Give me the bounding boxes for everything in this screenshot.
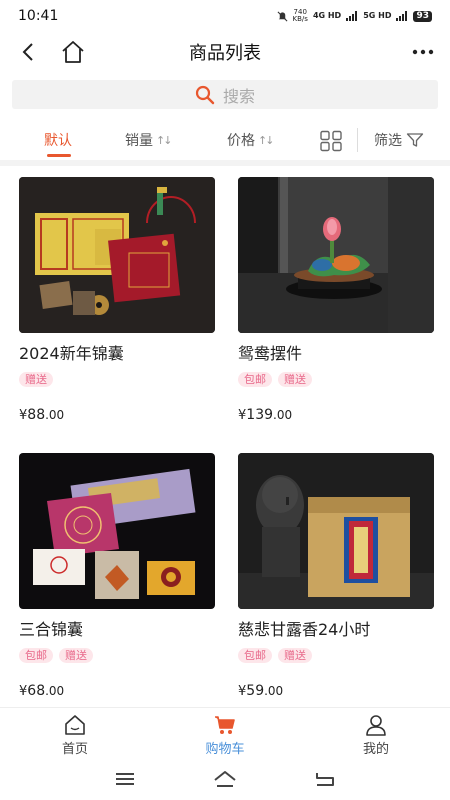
filter-label: 筛选 (374, 133, 402, 149)
product-image[interactable] (19, 177, 215, 333)
system-back-icon[interactable] (312, 769, 338, 789)
user-icon (366, 715, 386, 736)
product-card[interactable]: 三合锦囊 包邮 赠送 ¥68.00 (19, 453, 215, 699)
price-decimal: .00 (45, 684, 65, 698)
section-divider (0, 160, 450, 166)
sort-price[interactable]: 价格 ↑↓ (227, 130, 275, 150)
price-decimal: .00 (45, 408, 65, 422)
price-integer: 68 (27, 683, 46, 699)
system-nav-bar (0, 760, 450, 800)
page-title: 商品列表 (189, 43, 261, 64)
search-icon (195, 85, 215, 104)
tab-cart-label: 购物车 (205, 742, 245, 757)
signal-bars-icon (396, 11, 408, 21)
product-tags: 包邮 赠送 (19, 648, 215, 663)
product-image[interactable] (19, 453, 215, 609)
mute-icon (277, 11, 288, 21)
status-time: 10:41 (18, 8, 59, 24)
product-price: ¥59.00 (238, 683, 434, 699)
status-bar: 10:41 740 KB/s 4G HD 5G HD 93 (0, 0, 450, 32)
product-price: ¥139.00 (238, 407, 434, 423)
sort-arrows-icon: ↑↓ (156, 133, 173, 147)
home-icon (65, 715, 85, 735)
sort-sales[interactable]: 销量 ↑↓ (125, 130, 173, 150)
sort-bar: 默认 销量 ↑↓ 价格 ↑↓ 筛选 (0, 122, 450, 160)
filter-button[interactable]: 筛选 (374, 130, 424, 150)
tag-free-shipping: 包邮 (238, 372, 272, 387)
tab-home-label: 首页 (61, 742, 88, 757)
nav-bar: 商品列表 (0, 32, 450, 72)
tag-free-shipping: 包邮 (19, 648, 53, 663)
sort-arrows-icon: ↑↓ (258, 133, 275, 147)
price-decimal: .00 (273, 408, 293, 422)
tag-free-shipping: 包邮 (238, 648, 272, 663)
product-name: 2024新年锦囊 (19, 344, 124, 363)
more-icon[interactable] (408, 38, 438, 66)
grid-view-icon[interactable] (319, 130, 343, 152)
tag-gift: 赠送 (59, 648, 93, 663)
tab-profile-label: 我的 (362, 742, 389, 757)
tag-gift: 赠送 (278, 648, 312, 663)
speed-unit: KB/s (292, 15, 308, 23)
tag-gift: 赠送 (278, 372, 312, 387)
product-name: 慈悲甘露香24小时 (238, 620, 371, 639)
product-image[interactable] (238, 453, 434, 609)
search-input[interactable]: 搜索 (12, 80, 438, 109)
product-card[interactable]: 慈悲甘露香24小时 包邮 赠送 ¥59.00 (238, 453, 434, 699)
system-home-icon[interactable] (212, 769, 238, 789)
signal-bars-icon (346, 11, 358, 21)
product-card[interactable]: 鸳鸯摆件 包邮 赠送 ¥139.00 (238, 177, 434, 423)
sort-default[interactable]: 默认 (44, 130, 72, 150)
tag-gift: 赠送 (19, 372, 53, 387)
network-speed: 740 KB/s (293, 9, 308, 23)
divider (357, 128, 358, 152)
status-icons: 740 KB/s 4G HD 5G HD 93 (277, 9, 432, 23)
product-card[interactable]: 2024新年锦囊 赠送 ¥88.00 (19, 177, 215, 423)
search-placeholder: 搜索 (222, 86, 255, 106)
price-integer: 139 (246, 407, 274, 423)
product-price: ¥88.00 (19, 407, 215, 423)
tab-profile[interactable]: 我的 (326, 714, 426, 757)
price-integer: 59 (246, 683, 265, 699)
product-tags: 赠送 (19, 372, 215, 387)
tab-home[interactable]: 首页 (25, 714, 125, 757)
menu-icon[interactable] (112, 769, 138, 789)
sort-price-label: 价格 (227, 133, 255, 149)
product-name: 鸳鸯摆件 (238, 344, 303, 363)
sort-default-label: 默认 (44, 133, 72, 149)
cart-icon (215, 716, 235, 734)
sort-sales-label: 销量 (125, 133, 153, 149)
filter-icon (406, 133, 424, 147)
price-decimal: .00 (264, 684, 284, 698)
product-tags: 包邮 赠送 (238, 372, 434, 387)
signal-5g: 5G HD (363, 11, 392, 20)
signal-4g: 4G HD (312, 11, 342, 20)
tab-cart[interactable]: 购物车 (175, 714, 275, 757)
product-name: 三合锦囊 (19, 620, 84, 639)
product-tags: 包邮 赠送 (238, 648, 434, 663)
sort-active-indicator (47, 154, 71, 157)
price-integer: 88 (27, 407, 46, 423)
product-price: ¥68.00 (19, 683, 215, 699)
battery-level: 93 (413, 10, 432, 22)
product-image[interactable] (238, 177, 434, 333)
bottom-tab-bar: 首页 购物车 我的 (0, 707, 450, 759)
